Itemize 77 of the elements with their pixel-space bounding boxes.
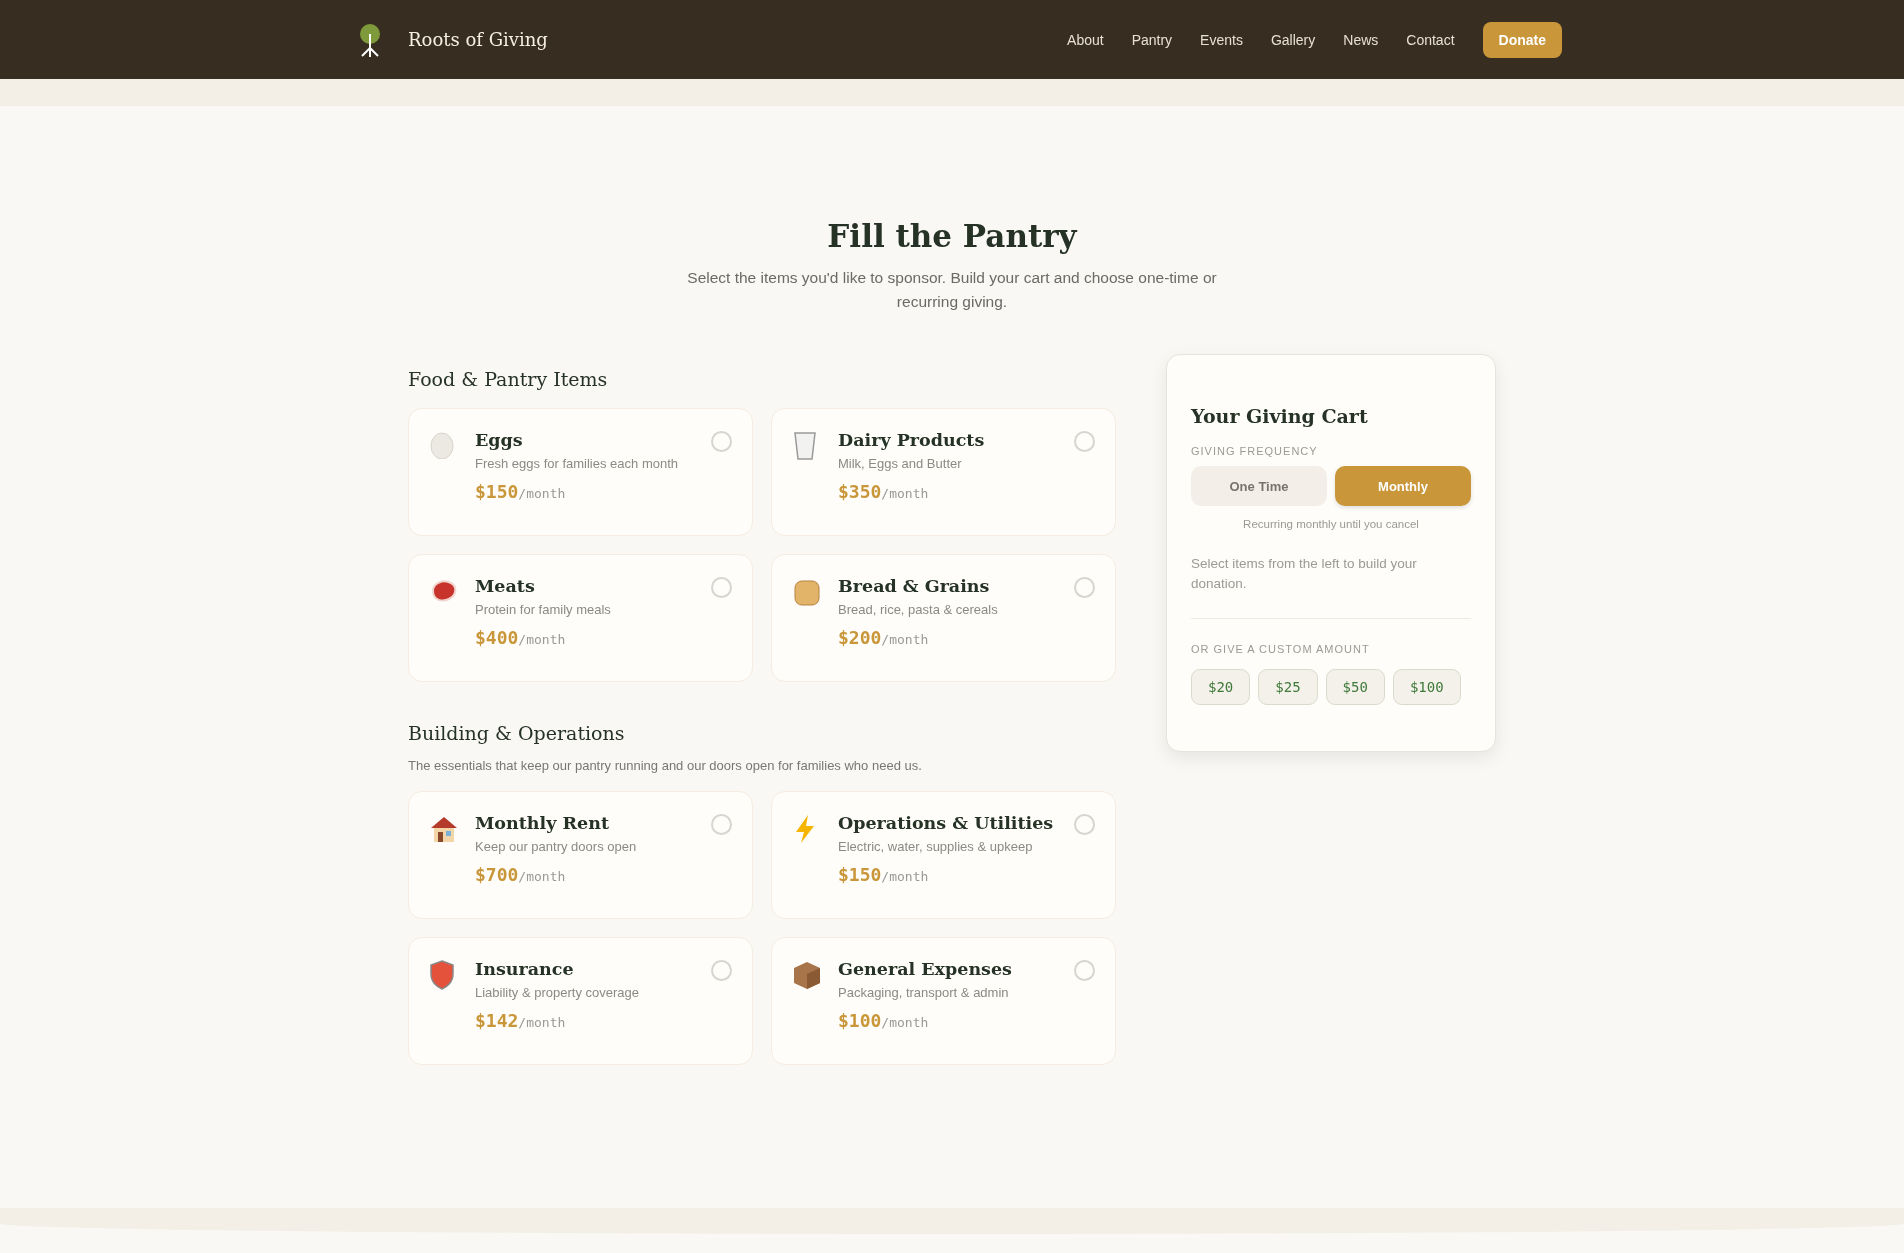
box-icon [792,960,822,990]
item-name: Eggs [475,430,524,450]
custom-amount-label: OR GIVE A CUSTOM AMOUNT [1191,643,1371,655]
item-description: Packaging, transport & admin [838,985,1010,1000]
nav-link[interactable]: News [1343,31,1379,48]
item-description: Keep our pantry doors open [475,839,638,854]
price-unit: /month [881,486,929,501]
cart-title: Your Giving Cart [1191,405,1369,427]
amount-button[interactable]: $50 [1325,669,1385,705]
item-name: Bread & Grains [838,576,991,596]
nav-link[interactable]: Events [1200,31,1243,48]
item-card[interactable]: Operations & Utilities Electric, water, supplies & upkeep $150/month [771,791,1116,919]
select-radio[interactable] [711,577,732,598]
frequency-button[interactable]: One Time [1191,466,1327,506]
item-name: Dairy Products [838,430,986,450]
nav-link[interactable]: Pantry [1131,31,1173,48]
item-description: Liability & property coverage [475,985,641,1000]
item-card[interactable]: General Expenses Packaging, transport & admin $100/month [771,937,1116,1065]
price-unit: /month [881,1015,929,1030]
glass-icon [792,431,818,461]
item-card[interactable]: Monthly Rent Keep our pantry doors open $700/month [408,791,753,919]
select-radio[interactable] [711,814,732,835]
section-description: The essentials that keep our pantry running and our doors open for families who need us. [408,758,923,773]
item-name: General Expenses [838,959,1013,979]
item-description: Fresh eggs for families each month [475,456,680,471]
item-card[interactable]: Dairy Products Milk, Eggs and Butter $350/month [771,408,1116,536]
price-unit: /month [518,486,566,501]
select-radio[interactable] [711,960,732,981]
price-unit: /month [518,1015,566,1030]
nav-link[interactable]: About [1067,31,1104,48]
item-description: Protein for family meals [475,602,612,617]
egg-icon [429,431,455,459]
select-radio[interactable] [711,431,732,452]
frequency-note: Recurring monthly until you cancel [1242,518,1420,530]
empty-cart-message: Select items from the left to build your donation. [1191,554,1471,619]
amount-button[interactable]: $25 [1258,669,1318,705]
item-card[interactable]: Meats Protein for family meals $400/month [408,554,753,682]
item-card[interactable]: Bread & Grains Bread, rice, pasta & cereals $200/month [771,554,1116,682]
bread-icon [792,577,822,607]
page-subtitle: Select the items you'd like to sponsor. Build your cart and choose one-time or recurring giving. [686,268,1218,312]
select-radio[interactable] [1074,960,1095,981]
item-description: Bread, rice, pasta & cereals [838,602,999,617]
item-name: Insurance [475,959,575,979]
item-name: Meats [475,576,536,596]
house-icon [429,814,459,844]
steak-icon [429,577,459,605]
item-price: $150 [838,864,882,885]
shield-icon [429,960,455,990]
nav-link[interactable]: Contact [1406,31,1455,48]
item-price: $350 [838,481,882,502]
item-description: Electric, water, supplies & upkeep [838,839,1034,854]
page-title: Fill the Pantry [826,218,1079,254]
item-price: $700 [475,864,519,885]
section-title: Building & Operations [408,722,626,744]
price-unit: /month [518,632,566,647]
nav-link[interactable]: Gallery [1270,31,1316,48]
item-name: Monthly Rent [475,813,610,833]
section-title: Food & Pantry Items [408,368,609,390]
select-radio[interactable] [1074,814,1095,835]
frequency-label: GIVING FREQUENCY [1191,445,1319,457]
item-name: Operations & Utilities [838,813,1055,833]
price-unit: /month [881,632,929,647]
select-radio[interactable] [1074,431,1095,452]
item-price: $142 [475,1010,519,1031]
price-unit: /month [518,869,566,884]
amount-button[interactable]: $20 [1191,669,1251,705]
item-description: Milk, Eggs and Butter [838,456,963,471]
brand-name[interactable]: Roots of Giving [408,29,548,50]
item-price: $400 [475,627,519,648]
item-price: $200 [838,627,882,648]
item-card[interactable]: Insurance Liability & property coverage $142/month [408,937,753,1065]
select-radio[interactable] [1074,577,1095,598]
item-price: $100 [838,1010,882,1031]
item-price: $150 [475,481,519,502]
price-unit: /month [881,869,929,884]
item-card[interactable]: Eggs Fresh eggs for families each month $150/month [408,408,753,536]
amount-button[interactable]: $100 [1392,669,1461,705]
